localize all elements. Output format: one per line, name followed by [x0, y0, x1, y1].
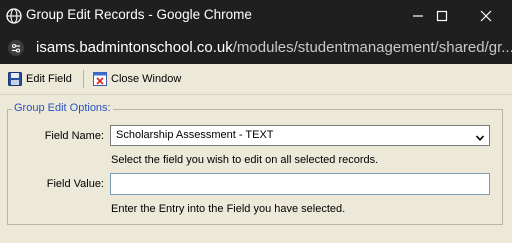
edit-field-label: Edit Field [26, 73, 72, 85]
site-info-icon[interactable] [8, 40, 24, 56]
browser-titlebar: Group Edit Records - Google Chrome [0, 0, 512, 32]
maximize-button[interactable] [422, 0, 462, 32]
toolbar [0, 64, 512, 95]
group-edit-options-legend: Group Edit Options: [12, 102, 113, 114]
field-name-select[interactable]: Scholarship Assessment - TEXT [110, 125, 490, 146]
url-path: /modules/studentmanagement/shared/gr... [232, 39, 512, 56]
toolbar-divider [83, 70, 84, 88]
address-bar[interactable]: isams.badmintonschool.co.uk/modules/stud… [0, 32, 512, 64]
field-name-hint: Select the field you wish to edit on all… [111, 154, 379, 166]
field-name-label: Field Name: [44, 130, 104, 142]
url-host: isams.badmintonschool.co.uk [36, 39, 233, 56]
close-window-button[interactable]: Close Window [93, 70, 181, 88]
close-window-label: Close Window [111, 73, 182, 85]
window-title: Group Edit Records - Google Chrome [26, 7, 252, 22]
globe-icon [6, 8, 22, 24]
maximize-icon [436, 10, 448, 22]
field-value-hint: Enter the Entry into the Field you have … [111, 203, 346, 215]
close-button[interactable] [466, 0, 506, 32]
save-icon [8, 72, 22, 86]
close-window-icon [93, 72, 107, 86]
field-value-label: Field Value: [46, 178, 104, 190]
edit-field-button[interactable]: Edit Field [8, 70, 72, 88]
field-value-input[interactable] [110, 173, 490, 195]
close-icon [480, 10, 492, 22]
chevron-down-icon [475, 131, 485, 150]
url-text[interactable]: isams.badmintonschool.co.uk/modules/stud… [36, 39, 512, 56]
field-name-selected-value: Scholarship Assessment - TEXT [116, 129, 274, 141]
